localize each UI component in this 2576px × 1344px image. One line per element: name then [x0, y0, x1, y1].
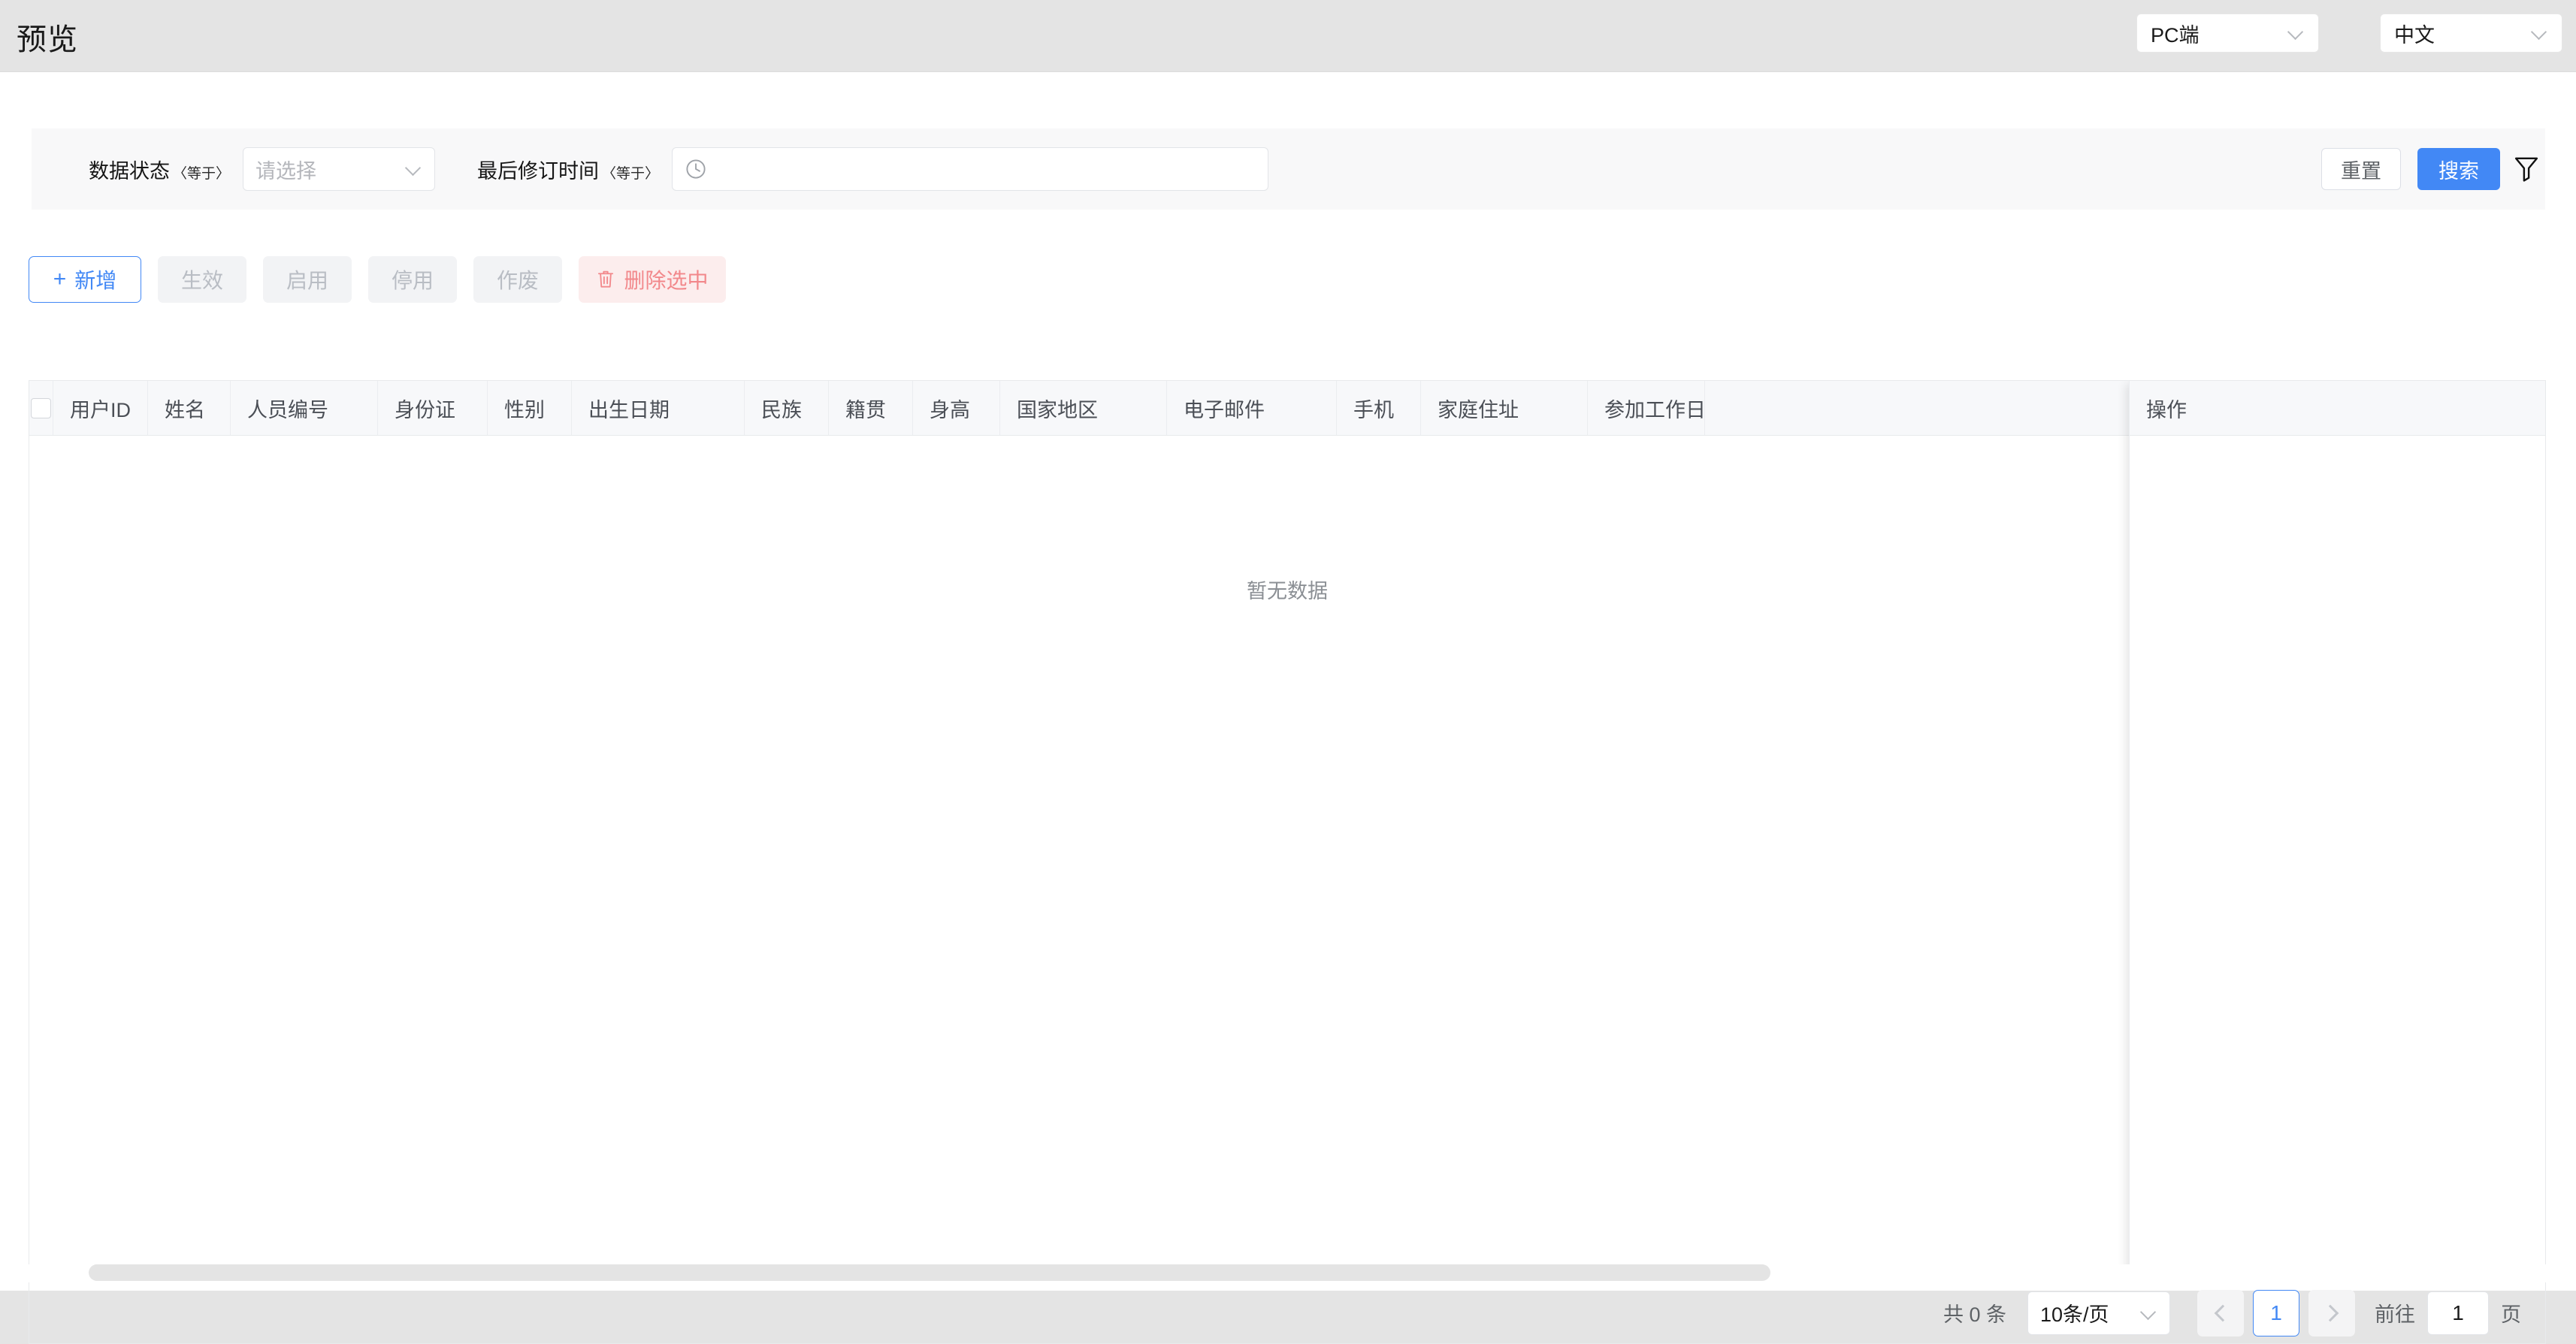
device-select[interactable]: PC端	[2136, 14, 2319, 53]
column-header-native-place[interactable]: 籍贯	[829, 381, 913, 435]
column-header-email[interactable]: 电子邮件	[1167, 381, 1337, 435]
filter-panel: 数据状态 〈等于〉 请选择 最后修订时间 〈等于〉 重置 搜索	[32, 128, 2545, 210]
chevron-down-icon	[406, 161, 422, 177]
disable-button[interactable]: 停用	[368, 256, 457, 303]
add-button-label: 新增	[74, 269, 117, 292]
filter-actions: 重置 搜索	[2321, 128, 2545, 210]
column-header-home-address[interactable]: 家庭住址	[1421, 381, 1588, 435]
delete-selected-button[interactable]: 删除选中	[579, 256, 726, 303]
column-header-gender[interactable]: 性别	[488, 381, 572, 435]
reset-button[interactable]: 重置	[2321, 148, 2401, 190]
horizontal-scrollbar-thumb[interactable]	[89, 1264, 1770, 1281]
page-size-select[interactable]: 10条/页	[2027, 1291, 2170, 1335]
column-header-country-region[interactable]: 国家地区	[1000, 381, 1167, 435]
column-header-birth-date[interactable]: 出生日期	[572, 381, 745, 435]
last-modified-time-input[interactable]	[672, 147, 1269, 191]
chevron-right-icon	[2321, 1304, 2339, 1321]
action-toolbar: + 新增 生效 启用 停用 作废 删除选中	[29, 256, 726, 303]
column-header-mobile[interactable]: 手机	[1337, 381, 1421, 435]
column-header-user-id[interactable]: 用户ID	[53, 381, 148, 435]
effective-button[interactable]: 生效	[158, 256, 246, 303]
column-header-ethnicity[interactable]: 民族	[745, 381, 829, 435]
filter-status-label: 数据状态 〈等于〉	[89, 159, 231, 183]
goto-unit-label: 页	[2501, 1303, 2521, 1326]
status-select-input[interactable]: 请选择	[243, 147, 436, 191]
funnel-icon[interactable]	[2514, 155, 2539, 183]
chevron-left-icon	[2214, 1304, 2231, 1321]
pagination-bar: 共 0 条 10条/页 1 前往 页	[29, 1282, 2546, 1344]
clock-icon	[686, 159, 706, 179]
trash-icon	[598, 270, 614, 288]
filter-time-field: 最后修订时间 〈等于〉	[477, 128, 1269, 210]
language-select[interactable]: 中文	[2380, 14, 2562, 53]
column-header-person-number[interactable]: 人员编号	[231, 381, 378, 435]
device-select-value: PC端	[2151, 23, 2200, 47]
search-button[interactable]: 搜索	[2417, 148, 2500, 190]
column-header-work-start-date[interactable]: 参加工作日期	[1588, 381, 1705, 435]
plus-icon: +	[53, 267, 67, 291]
column-header-id-card[interactable]: 身份证	[378, 381, 488, 435]
enable-button-label: 启用	[286, 269, 328, 292]
page-title: 预览	[17, 23, 78, 56]
column-header-height[interactable]: 身高	[913, 381, 1000, 435]
effective-button-label: 生效	[180, 269, 223, 292]
disable-button-label: 停用	[391, 269, 434, 292]
total-count-label: 共 0 条	[1943, 1303, 2006, 1326]
add-button[interactable]: + 新增	[29, 256, 141, 303]
filter-status-field: 数据状态 〈等于〉 请选择	[89, 128, 436, 210]
fixed-operation-column: 操作	[2129, 381, 2545, 1282]
column-header-operation: 操作	[2130, 381, 2545, 436]
main-card: 数据状态 〈等于〉 请选择 最后修订时间 〈等于〉 重置 搜索 + 新增 生效 …	[0, 71, 2576, 1344]
void-button-label: 作废	[496, 269, 539, 292]
horizontal-scrollbar-track[interactable]	[29, 1264, 2546, 1282]
select-all-checkbox[interactable]	[31, 397, 51, 418]
enable-button[interactable]: 启用	[263, 256, 352, 303]
goto-page-input[interactable]	[2427, 1291, 2489, 1335]
delete-selected-label: 删除选中	[624, 269, 709, 292]
filter-time-label: 最后修订时间 〈等于〉	[477, 159, 660, 183]
chevron-down-icon	[2532, 25, 2548, 41]
next-page-button[interactable]	[2308, 1289, 2355, 1336]
chevron-down-icon	[2288, 25, 2305, 41]
data-table: 用户ID 姓名 人员编号 身份证 性别 出生日期 民族 籍贯 身高 国家地区 电…	[29, 380, 2546, 1282]
prev-page-button[interactable]	[2197, 1289, 2244, 1336]
void-button[interactable]: 作废	[473, 256, 562, 303]
select-all-cell	[29, 381, 53, 435]
page-size-value: 10条/页	[2040, 1303, 2109, 1326]
chevron-down-icon	[2141, 1305, 2157, 1321]
goto-label: 前往	[2375, 1303, 2415, 1326]
status-select-placeholder: 请选择	[255, 159, 317, 183]
language-select-value: 中文	[2394, 23, 2435, 47]
top-bar: 预览 PC端 中文	[0, 0, 2576, 71]
column-header-name[interactable]: 姓名	[148, 381, 231, 435]
page-number-1[interactable]: 1	[2253, 1289, 2299, 1336]
